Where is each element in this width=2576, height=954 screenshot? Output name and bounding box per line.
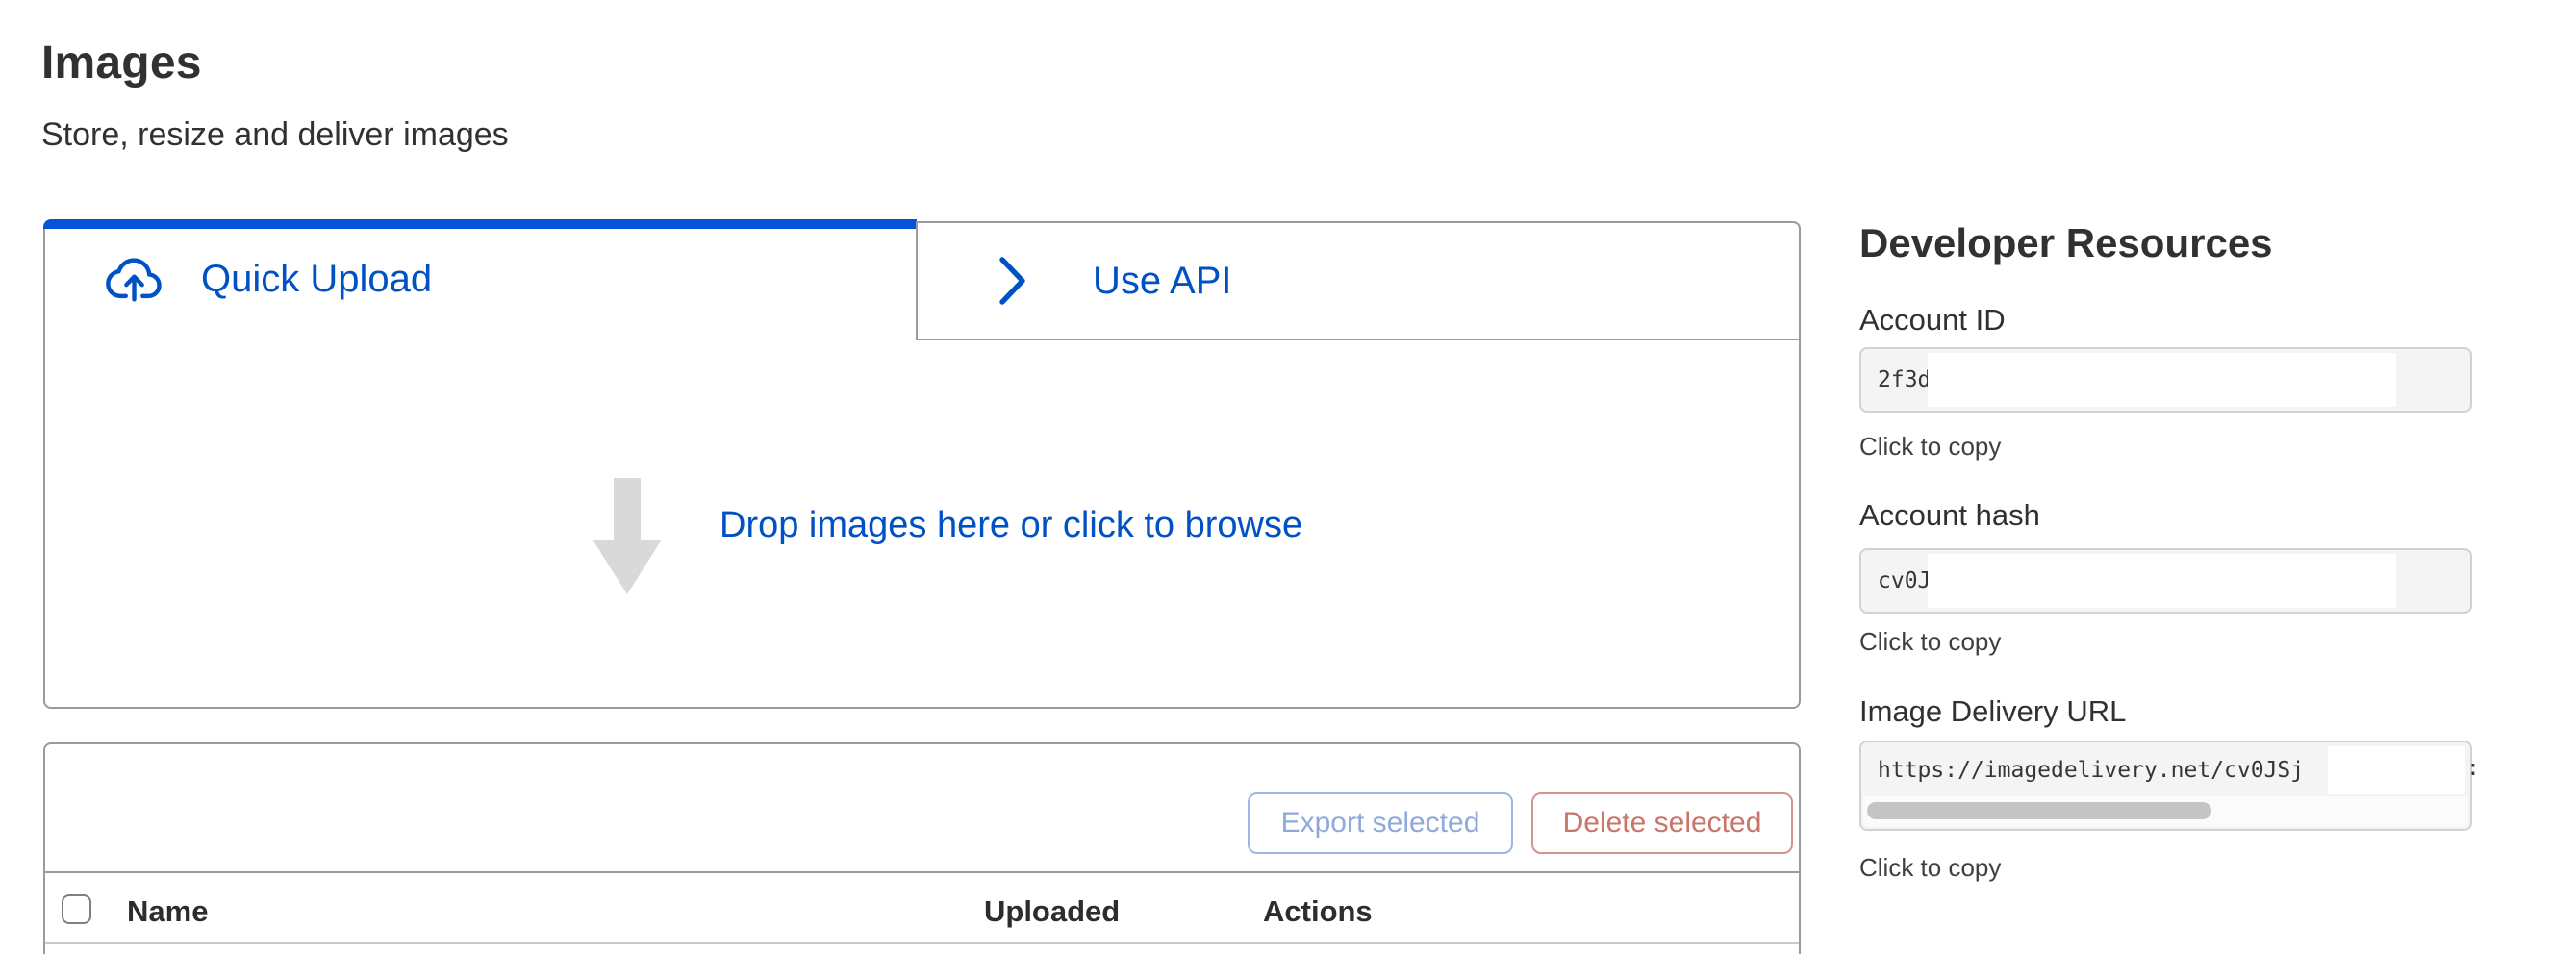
tab-use-api[interactable]: Use API [916,221,1801,340]
images-table-panel: Export selected Delete selected Name Upl… [43,742,1801,954]
arrow-down-icon-head [593,540,662,594]
column-header-actions: Actions [1263,893,1373,929]
tab-quick-upload-label: Quick Upload [201,260,432,298]
redaction-overlay [2328,746,2465,794]
header-divider [45,942,1799,944]
scrollbar-thumb[interactable] [1867,802,2211,819]
tab-use-api-label: Use API [1093,262,1232,300]
account-id-label: Account ID [1859,304,2006,337]
horizontal-scrollbar[interactable] [1863,796,2468,827]
account-id-copy-hint[interactable]: Click to copy [1859,433,2001,461]
page-subtitle: Store, resize and deliver images [41,117,509,153]
delivery-url-label: Image Delivery URL [1859,695,2126,728]
column-header-name: Name [127,893,208,929]
tab-quick-upload[interactable]: Quick Upload [43,231,914,339]
chevron-right-icon [998,256,1027,306]
active-tab-indicator [43,219,917,229]
page-title: Images [41,40,202,87]
redacted-url-fragment: : [2466,741,2480,796]
arrow-down-icon [614,478,641,541]
redaction-overlay [1928,353,2396,407]
account-hash-copy-hint[interactable]: Click to copy [1859,628,2001,656]
redaction-overlay [1928,554,2396,608]
account-hash-label: Account hash [1859,499,2040,532]
cloud-upload-icon [103,256,166,302]
developer-resources-title: Developer Resources [1859,223,2273,264]
dropzone-label[interactable]: Drop images here or click to browse [720,504,1302,548]
export-selected-button[interactable]: Export selected [1248,792,1513,854]
delete-selected-button[interactable]: Delete selected [1531,792,1793,854]
select-all-checkbox[interactable] [62,894,91,924]
delivery-url-copy-hint[interactable]: Click to copy [1859,854,2001,882]
column-header-uploaded: Uploaded [984,893,1120,929]
toolbar-divider [45,871,1799,873]
images-page: Images Store, resize and deliver images … [0,0,2576,954]
